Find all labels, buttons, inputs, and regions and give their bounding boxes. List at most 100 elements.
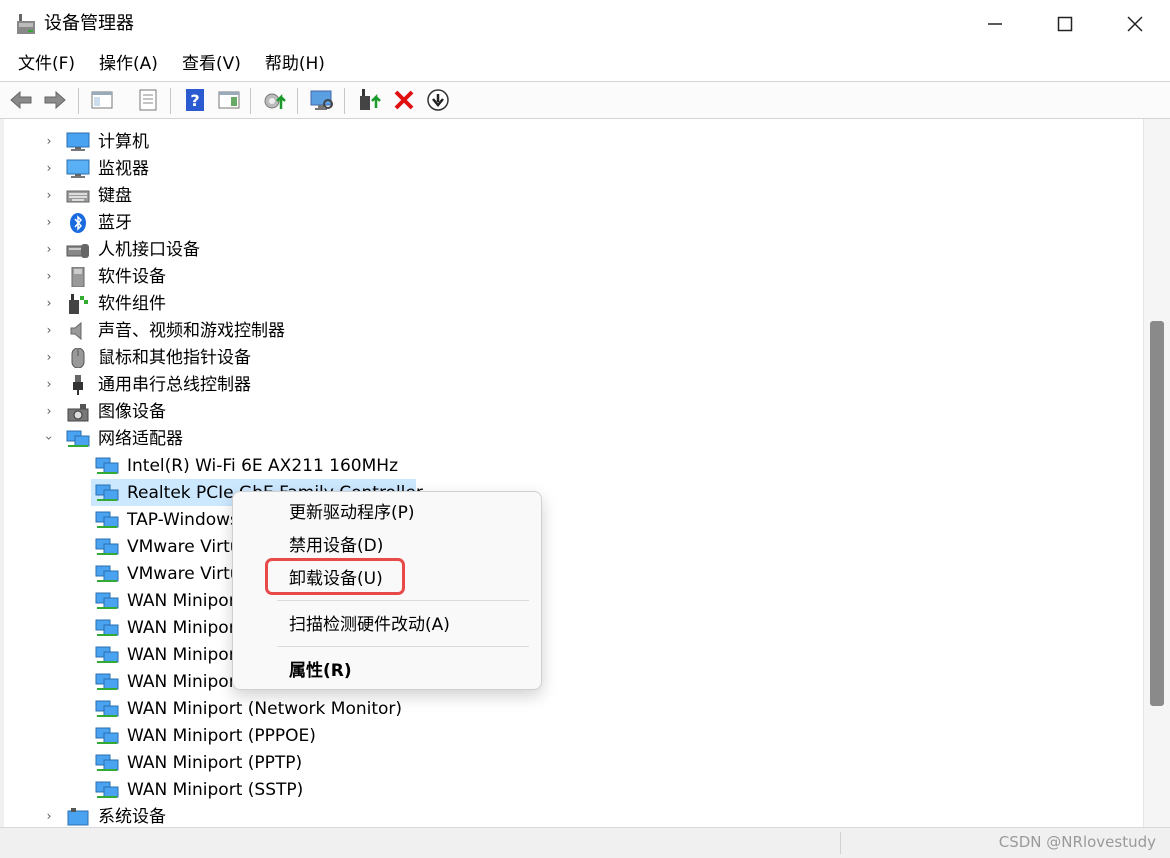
tree-category-label: 软件组件 [98, 294, 166, 314]
chevron-down-icon[interactable]: › [42, 431, 56, 445]
network-adapter-icon [95, 511, 119, 528]
chevron-right-icon[interactable]: › [42, 350, 56, 364]
tree-category[interactable]: › 软件组件 [4, 290, 1143, 317]
properties-icon [139, 89, 157, 111]
network-adapter-item[interactable]: WAN Miniport (IP) [4, 614, 1143, 641]
status-divider [840, 832, 841, 854]
keyboard-icon [66, 190, 90, 203]
chevron-right-icon[interactable]: › [42, 215, 56, 229]
svg-text:?: ? [190, 91, 199, 110]
tree-category[interactable]: › 图像设备 [4, 398, 1143, 425]
ctx-disable-device[interactable]: 禁用设备(D) [289, 534, 383, 558]
update-driver-icon [264, 93, 286, 109]
properties-toolbar-button[interactable] [135, 87, 161, 113]
chevron-right-icon[interactable]: › [42, 188, 56, 202]
help-button[interactable]: ? [182, 87, 208, 113]
network-adapter-item[interactable]: Intel(R) Wi-Fi 6E AX211 160MHz [4, 452, 1143, 479]
network-adapter-item[interactable]: WAN Miniport (L2TP) [4, 668, 1143, 695]
tree-category[interactable]: › 声音、视频和游戏控制器 [4, 317, 1143, 344]
network-adapter-item[interactable]: WAN Miniport (IPv6) [4, 641, 1143, 668]
network-adapter-item[interactable]: WAN Miniport (Network Monitor) [4, 695, 1143, 722]
network-adapter-label: WAN Miniport (Network Monitor) [127, 699, 403, 719]
network-adapter-icon [95, 646, 119, 663]
help-icon: ? [186, 89, 204, 111]
tree-category-label: 系统设备 [98, 807, 166, 826]
minimize-button[interactable] [960, 0, 1030, 48]
toolbar-separator [344, 88, 345, 114]
tree-category-network-adapters[interactable]: › 网络适配器 [4, 425, 1143, 452]
update-driver-toolbar-button[interactable] [262, 87, 288, 113]
ctx-scan-hardware[interactable]: 扫描检测硬件改动(A) [289, 613, 450, 637]
menu-view[interactable]: 查看(V) [170, 49, 253, 79]
ctx-properties[interactable]: 属性(R) [289, 659, 352, 683]
network-adapter-item[interactable]: WAN Miniport (SSTP) [4, 776, 1143, 803]
menu-help[interactable]: 帮助(H) [253, 49, 337, 79]
vertical-scrollbar[interactable] [1143, 119, 1170, 827]
chevron-right-icon[interactable]: › [42, 404, 56, 418]
arrow-left-icon [10, 90, 32, 110]
action-pane-button[interactable] [216, 87, 242, 113]
network-adapter-item[interactable]: VMware Virtual Ethernet Adapter for VMne… [4, 533, 1143, 560]
tree-category-label: 计算机 [98, 132, 149, 152]
tree-category[interactable]: › 软件设备 [4, 263, 1143, 290]
scrollbar-thumb[interactable] [1150, 321, 1164, 706]
network-adapter-label: Intel(R) Wi-Fi 6E AX211 160MHz [127, 456, 398, 476]
annotation-highlight-box [265, 558, 405, 595]
chevron-right-icon[interactable]: › [42, 377, 56, 391]
title-bar: 设备管理器 [0, 0, 1170, 48]
chevron-right-icon[interactable]: › [42, 161, 56, 175]
network-adapter-item[interactable]: WAN Miniport (PPPOE) [4, 722, 1143, 749]
usb-icon [73, 375, 83, 395]
chevron-right-icon[interactable]: › [42, 269, 56, 283]
software-device-icon [71, 267, 85, 287]
network-adapter-label: WAN Miniport (PPPOE) [127, 726, 316, 746]
show-hide-console-tree-button[interactable] [89, 87, 115, 113]
uninstall-device-toolbar-button[interactable] [391, 87, 417, 113]
context-menu-separator [277, 646, 529, 647]
toolbar-separator [297, 88, 298, 114]
network-adapter-icon [95, 781, 119, 798]
download-circle-icon [427, 89, 449, 111]
network-adapter-item-selected[interactable]: Realtek PCIe GbE Family Controller [4, 479, 1143, 506]
tree-category[interactable]: › 蓝牙 [4, 209, 1143, 236]
ctx-update-driver[interactable]: 更新驱动程序(P) [289, 501, 415, 525]
network-adapter-item[interactable]: TAP-Windows Adapter V9 [4, 506, 1143, 533]
menu-file[interactable]: 文件(F) [6, 49, 87, 79]
network-adapter-label: WAN Miniport (SSTP) [127, 780, 304, 800]
tree-category-label: 人机接口设备 [98, 240, 200, 260]
maximize-button[interactable] [1030, 0, 1100, 48]
tree-category[interactable]: › 计算机 [4, 128, 1143, 155]
network-adapter-item[interactable]: WAN Miniport (IKEv2) [4, 587, 1143, 614]
minimize-icon [988, 23, 1002, 25]
enable-device-toolbar-button[interactable] [357, 87, 383, 113]
window-title: 设备管理器 [44, 13, 134, 34]
tree-category[interactable]: › 通用串行总线控制器 [4, 371, 1143, 398]
tree-category[interactable]: › 系统设备 [4, 803, 1143, 826]
system-devices-icon [67, 808, 89, 826]
network-adapter-item[interactable]: VMware Virtual Ethernet Adapter for VMne… [4, 560, 1143, 587]
chevron-right-icon[interactable]: › [42, 323, 56, 337]
chevron-right-icon[interactable]: › [42, 242, 56, 256]
chevron-right-icon[interactable]: › [42, 296, 56, 310]
tree-category[interactable]: › 鼠标和其他指针设备 [4, 344, 1143, 371]
disable-device-toolbar-button[interactable] [425, 87, 451, 113]
back-button[interactable] [8, 87, 34, 113]
scan-hardware-toolbar-button[interactable] [309, 87, 335, 113]
menu-action[interactable]: 操作(A) [87, 49, 170, 79]
tree-category[interactable]: › 键盘 [4, 182, 1143, 209]
forward-button[interactable] [42, 87, 68, 113]
tree-category-label: 网络适配器 [98, 429, 183, 449]
network-adapter-item[interactable]: WAN Miniport (PPTP) [4, 749, 1143, 776]
action-pane-icon [218, 91, 240, 109]
close-icon [1127, 16, 1143, 32]
network-adapter-icon [95, 727, 119, 744]
chevron-right-icon[interactable]: › [42, 809, 56, 823]
tree-category[interactable]: › 监视器 [4, 155, 1143, 182]
tree-category-label: 软件设备 [98, 267, 166, 287]
close-button[interactable] [1100, 0, 1170, 48]
network-adapter-icon [95, 457, 119, 474]
tree-category[interactable]: › 人机接口设备 [4, 236, 1143, 263]
chevron-right-icon[interactable]: › [42, 134, 56, 148]
arrow-right-icon [44, 90, 66, 110]
tree-category-label: 鼠标和其他指针设备 [98, 348, 251, 368]
